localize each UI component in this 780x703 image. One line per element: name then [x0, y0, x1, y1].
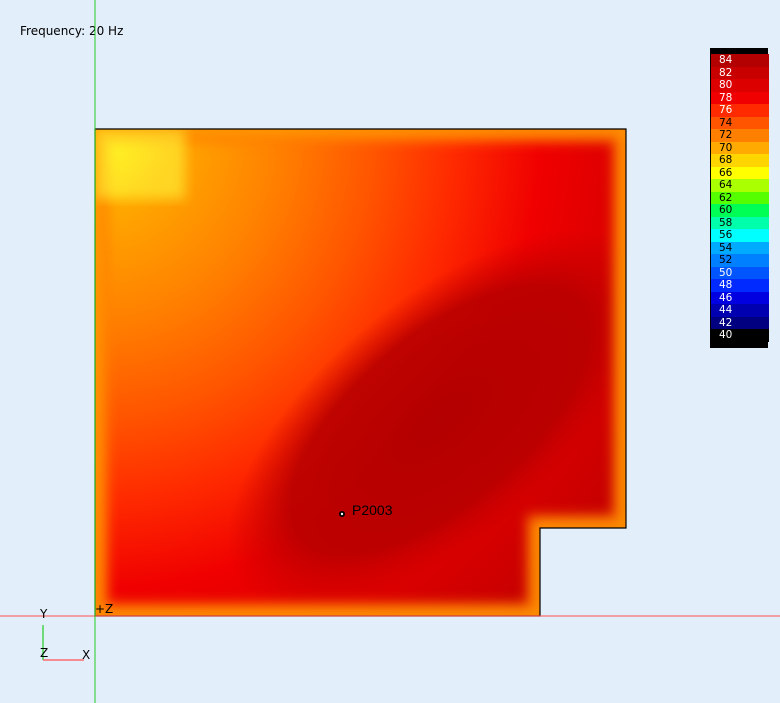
legend-swatch: 54: [711, 241, 769, 254]
legend-label: 62: [719, 191, 733, 204]
legend-label: 68: [719, 154, 733, 166]
legend-swatch: 82: [711, 66, 769, 79]
legend-label: 80: [719, 79, 733, 91]
legend-label: 56: [719, 229, 733, 241]
legend-label: 66: [719, 166, 733, 179]
legend-swatch: 44: [711, 304, 769, 317]
legend-label: 52: [719, 254, 733, 266]
legend-label: 48: [719, 279, 733, 291]
legend-label: 76: [719, 104, 733, 116]
legend-label: 70: [719, 141, 733, 154]
probe-marker[interactable]: [339, 511, 345, 517]
legend-label: 50: [719, 266, 733, 279]
legend-label: 40: [719, 329, 733, 341]
legend-swatch: 72: [711, 129, 769, 142]
origin-label: +Z: [95, 602, 114, 616]
legend-label: 84: [719, 54, 733, 66]
legend-swatch: 40: [711, 329, 769, 342]
legend-label: 60: [719, 204, 733, 216]
legend-label: 58: [719, 216, 733, 229]
axis-z-label: Z: [40, 646, 49, 660]
legend-label: 42: [719, 316, 733, 329]
legend-swatch: 66: [711, 166, 769, 179]
legend-swatch: 74: [711, 116, 769, 129]
legend-swatch: 52: [711, 254, 769, 267]
legend-swatch: 50: [711, 266, 769, 279]
legend-label: 54: [719, 241, 733, 254]
legend-swatch: 78: [711, 91, 769, 104]
legend-swatch: 60: [711, 204, 769, 217]
legend-label: 72: [719, 129, 733, 141]
legend-swatch: 68: [711, 154, 769, 167]
axis-y-label: Y: [40, 607, 48, 621]
legend-label: 74: [719, 116, 733, 129]
legend-label: 64: [719, 179, 733, 191]
legend-swatch: 58: [711, 216, 769, 229]
legend-label: 46: [719, 291, 733, 304]
color-legend: 84 82 80 78 76 74 72 70 68 66 64 62 60 58 56 54 52 50 48 46…: [710, 48, 769, 348]
legend-swatch: 76: [711, 104, 769, 117]
legend-swatch: 62: [711, 191, 769, 204]
probe-label: P2003: [352, 502, 393, 518]
legend-label: 44: [719, 304, 733, 316]
legend-swatch: 56: [711, 229, 769, 242]
legend-swatch: 46: [711, 291, 769, 304]
axis-x-label: X: [82, 648, 91, 662]
legend-swatch: 70: [711, 141, 769, 154]
legend-swatch: 80: [711, 79, 769, 92]
legend-label: 78: [719, 91, 733, 104]
legend-label: 82: [719, 66, 733, 79]
legend-swatch: 64: [711, 179, 769, 192]
legend-swatch: 42: [711, 316, 769, 329]
heatmap-plot: P2003: [0, 0, 780, 703]
legend-swatch: 84: [711, 54, 769, 67]
legend-swatch: 48: [711, 279, 769, 292]
sound-pressure-field: [95, 129, 626, 616]
axis-triad: [42, 625, 84, 661]
